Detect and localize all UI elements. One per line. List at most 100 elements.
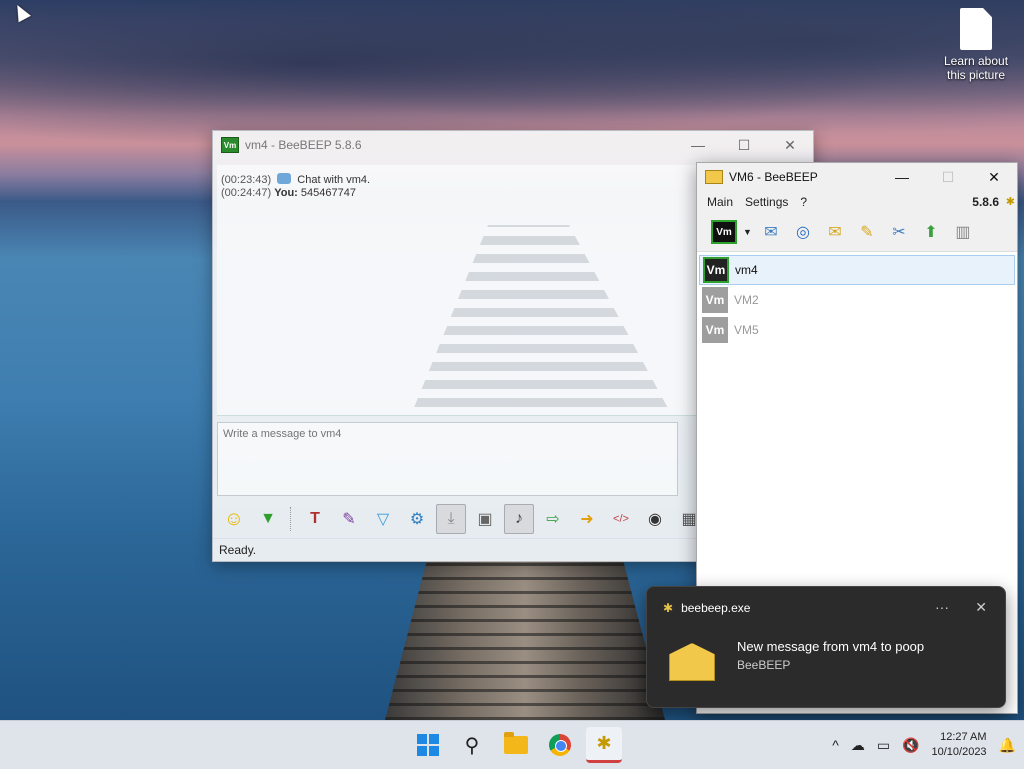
filter-button[interactable]: ▽ bbox=[368, 504, 398, 534]
menu-bar: Main Settings ? 5.8.6 ✱ bbox=[697, 191, 1017, 213]
insert-button[interactable]: ▼ bbox=[253, 504, 283, 534]
notification-more-button[interactable]: ··· bbox=[935, 599, 949, 615]
send-file-button[interactable]: ⇨ bbox=[538, 504, 568, 534]
contacts-window-title: VM6 - BeeBEEP bbox=[729, 170, 818, 184]
notification-header: ✱ beebeep.exe bbox=[663, 601, 750, 615]
message-text: Chat with vm4. bbox=[297, 174, 371, 186]
html-button[interactable]: </> bbox=[606, 504, 636, 534]
font-icon: T bbox=[310, 510, 320, 527]
network-icon: ◎ bbox=[795, 224, 810, 241]
user-list-item-vm2[interactable]: Vm VM2 bbox=[699, 285, 1015, 315]
spell-button[interactable]: ▣ bbox=[470, 504, 500, 534]
desktop-icon-label: Learn about this picture bbox=[943, 54, 1009, 82]
chrome-icon bbox=[549, 734, 571, 756]
send-file-icon: ⇨ bbox=[546, 511, 560, 528]
message-input[interactable] bbox=[218, 423, 677, 495]
chat-background-watermark bbox=[407, 225, 677, 415]
bee-icon: ✱ bbox=[1005, 196, 1015, 208]
network-button[interactable]: ◎ bbox=[790, 219, 816, 245]
gear-icon: ⚙ bbox=[409, 511, 425, 528]
edit-button[interactable]: ✎ bbox=[854, 219, 880, 245]
filter-icon: ▽ bbox=[376, 511, 390, 528]
trash-icon: ▥ bbox=[955, 224, 971, 241]
tools-button[interactable]: ✂ bbox=[886, 219, 912, 245]
message-time: (00:24:47) bbox=[221, 187, 272, 199]
envelope-icon bbox=[669, 643, 715, 681]
smiley-icon: ☺ bbox=[223, 507, 245, 530]
contacts-window-titlebar[interactable]: VM6 - BeeBEEP — ☐ ✕ bbox=[697, 163, 1017, 191]
clock-time: 12:27 AM bbox=[940, 731, 987, 743]
maximize-button[interactable]: ☐ bbox=[721, 131, 767, 159]
notification-close-button[interactable]: ✕ bbox=[975, 599, 987, 616]
toolbar-separator bbox=[290, 507, 293, 531]
taskbar-apps: ⚲ ✱ bbox=[410, 727, 622, 763]
screenshot-button[interactable]: ◉ bbox=[640, 504, 670, 534]
volume-muted-icon[interactable]: 🔇 bbox=[902, 737, 919, 754]
chat-toolbar: ☺ ▼ T ✎ ▽ ⚙ ⤓ ▣ ♪ ⇨ ➜ </> ◉ ▦ bbox=[219, 503, 704, 535]
onedrive-icon[interactable]: ☁ bbox=[851, 737, 865, 754]
notification-toast[interactable]: ✱ beebeep.exe ··· ✕ New message from vm4… bbox=[646, 586, 1006, 708]
user-list-item-vm4[interactable]: Vm vm4 bbox=[699, 255, 1015, 285]
beebeep-taskbar-button[interactable]: ✱ bbox=[586, 727, 622, 763]
font-button[interactable]: T bbox=[300, 504, 330, 534]
menu-settings[interactable]: Settings bbox=[745, 195, 788, 209]
pencil-icon: ✎ bbox=[860, 224, 874, 241]
bee-icon: ✱ bbox=[663, 601, 674, 615]
clock[interactable]: 12:27 AM 10/10/2023 bbox=[932, 730, 987, 760]
desktop-icon-learn-about-picture[interactable]: Learn about this picture bbox=[940, 8, 1012, 82]
search-icon: ⚲ bbox=[464, 734, 480, 757]
profile-icon: ✉ bbox=[764, 224, 778, 241]
file-explorer-button[interactable] bbox=[498, 727, 534, 763]
green-arrow-icon: ▼ bbox=[260, 510, 276, 527]
send-folder-button[interactable]: ➜ bbox=[572, 504, 602, 534]
menu-help[interactable]: ? bbox=[800, 195, 807, 209]
close-button[interactable]: ✕ bbox=[767, 131, 813, 159]
envelope-icon bbox=[705, 170, 723, 184]
edit-profile-button[interactable]: ✉ bbox=[758, 219, 784, 245]
menu-main[interactable]: Main bbox=[707, 195, 733, 209]
close-button[interactable]: ✕ bbox=[971, 163, 1017, 191]
message-input-box bbox=[217, 422, 678, 496]
network-icon[interactable]: ▭ bbox=[877, 737, 890, 754]
notification-bell-icon[interactable]: 🔔 bbox=[999, 737, 1016, 754]
sound-button[interactable]: ♪ bbox=[504, 504, 534, 534]
chat-bubble-icon bbox=[277, 173, 292, 184]
emoticon-button[interactable]: ☺ bbox=[219, 504, 249, 534]
envelope-icon: ✉ bbox=[828, 224, 842, 241]
settings-button[interactable]: ⚙ bbox=[402, 504, 432, 534]
messages-button[interactable]: ✉ bbox=[822, 219, 848, 245]
chevron-down-icon[interactable]: ▼ bbox=[743, 227, 752, 237]
keyboard-icon: ▦ bbox=[681, 511, 697, 528]
message-text: 545467747 bbox=[300, 187, 356, 199]
tray-chevron-icon[interactable]: ^ bbox=[832, 737, 839, 753]
folder-icon bbox=[504, 732, 528, 754]
notification-app-name: beebeep.exe bbox=[681, 601, 751, 615]
color-button[interactable]: ✎ bbox=[334, 504, 364, 534]
trash-button[interactable]: ▥ bbox=[950, 219, 976, 245]
beebeep-app-icon: Vm bbox=[221, 137, 239, 153]
color-wand-icon: ✎ bbox=[342, 511, 356, 528]
user-list-item-vm5[interactable]: Vm VM5 bbox=[699, 315, 1015, 345]
minimize-button[interactable]: — bbox=[879, 163, 925, 191]
minimize-button[interactable]: — bbox=[675, 131, 721, 159]
clock-date: 10/10/2023 bbox=[931, 746, 987, 758]
notification-message: New message from vm4 to poop bbox=[737, 639, 925, 654]
chat-window-titlebar[interactable]: Vm vm4 - BeeBEEP 5.8.6 — ☐ ✕ bbox=[213, 131, 813, 159]
user-status-badge[interactable]: Vm bbox=[711, 220, 737, 244]
avatar: Vm bbox=[702, 287, 728, 313]
maximize-button[interactable]: ☐ bbox=[925, 163, 971, 191]
system-tray: ^ ☁ ▭ 🔇 12:27 AM 10/10/2023 🔔 bbox=[832, 721, 1016, 769]
message-time: (00:23:43) bbox=[221, 174, 272, 186]
tools-icon: ✂ bbox=[892, 224, 906, 241]
chrome-button[interactable] bbox=[542, 727, 578, 763]
save-chat-button[interactable]: ⤓ bbox=[436, 504, 466, 534]
search-button[interactable]: ⚲ bbox=[454, 727, 490, 763]
update-button[interactable]: ⬆ bbox=[918, 219, 944, 245]
user-name: VM5 bbox=[734, 323, 759, 337]
camera-icon: ◉ bbox=[648, 511, 662, 528]
music-note-icon: ♪ bbox=[515, 510, 523, 527]
start-button[interactable] bbox=[410, 727, 446, 763]
download-icon: ⤓ bbox=[447, 510, 455, 527]
contacts-toolbar: Vm ▼ ✉ ◎ ✉ ✎ ✂ ⬆ ▥ bbox=[697, 213, 1017, 252]
file-icon bbox=[960, 8, 992, 50]
